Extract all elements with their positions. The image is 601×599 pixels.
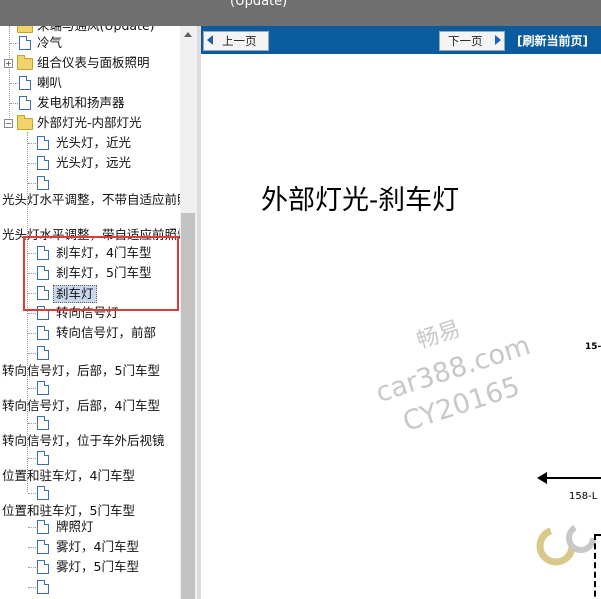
folder-icon [17,26,33,33]
document-icon [37,346,49,360]
document-icon [19,76,31,90]
folder-icon [17,55,33,70]
tree-connector [9,26,10,126]
refresh-page-link[interactable]: [刷新当前页] [517,32,588,49]
watermark-logo [536,523,596,566]
document-icon [37,560,49,574]
expand-icon[interactable]: + [4,59,13,68]
document-icon [37,486,49,500]
window-title-bar: (Update) [0,0,601,26]
page-nav-bar: 上一页 下一页 [刷新当前页] [201,26,601,54]
document-icon [37,416,49,430]
collapse-icon[interactable]: − [4,119,13,128]
next-page-button[interactable]: 下一页 [439,31,505,51]
document-icon [19,36,31,50]
document-icon [37,580,49,594]
document-icon [19,96,31,110]
document-icon [37,520,49,534]
tree-pane[interactable]: 末端与通风(Update) 冷气 + 组合仪表与面板照明 喇叭 发电机和扬声器 … [0,26,197,599]
diagram-label: 158-L [569,491,598,502]
document-icon [37,540,49,554]
document-icon [37,326,49,340]
document-page: 外部灯光-刹车灯 畅易 car388.com CY20165 15- 158-L [201,54,601,599]
diagram-label: 15- [585,342,601,352]
window-title: (Update) [230,0,288,9]
watermark-line1: 畅易 [413,316,464,355]
highlight-box [23,236,179,311]
scroll-up-icon[interactable] [184,32,192,37]
diagram-line [545,477,601,479]
arrow-left-icon [207,35,213,45]
arrow-right-icon [495,35,501,45]
document-icon [37,451,49,465]
document-icon [37,156,49,170]
scrollbar-thumb[interactable] [181,213,195,599]
document-icon [37,381,49,395]
tree-scrollbar[interactable] [180,26,197,599]
page-heading: 外部灯光-刹车灯 [261,185,460,216]
document-icon [37,176,49,190]
prev-page-button[interactable]: 上一页 [203,31,269,51]
diagram-dashed-box [594,534,601,599]
document-icon [37,136,49,150]
folder-open-icon [17,115,33,130]
